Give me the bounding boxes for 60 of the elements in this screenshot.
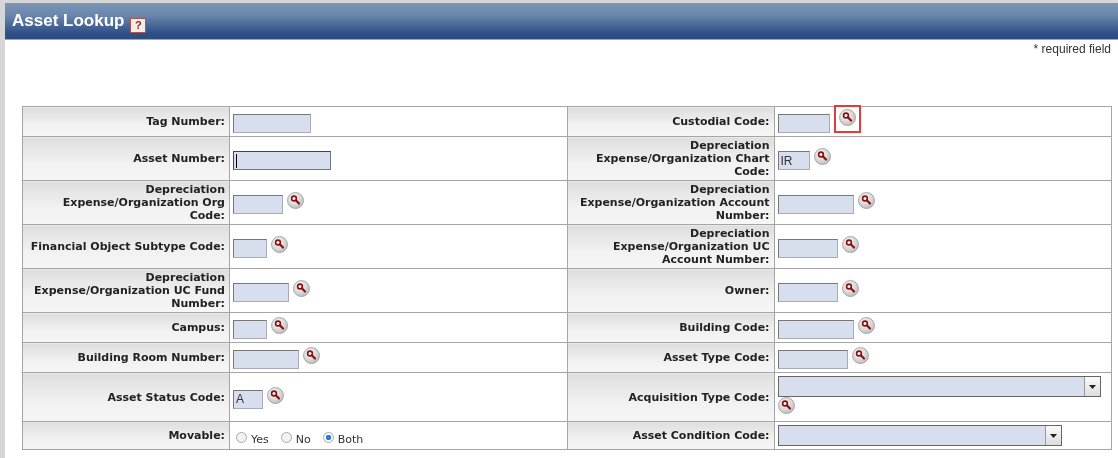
radio-button[interactable] <box>322 432 334 443</box>
text-field[interactable] <box>777 283 838 302</box>
field-label: Building Room Number: <box>22 342 230 373</box>
search-icon[interactable] <box>271 236 288 253</box>
caret-icon <box>1089 384 1097 389</box>
radio-label: Yes <box>251 432 269 446</box>
radio-label: Both <box>337 432 364 446</box>
help-icon[interactable]: ? <box>130 17 147 33</box>
dropdown-field[interactable] <box>777 376 1102 397</box>
text-field[interactable] <box>233 114 311 133</box>
text-field[interactable] <box>777 350 848 369</box>
radio-label: No <box>295 432 311 446</box>
search-icon[interactable] <box>303 347 320 364</box>
search-icon[interactable] <box>813 148 831 165</box>
search-icon[interactable] <box>841 236 859 253</box>
search-icon[interactable] <box>293 280 310 297</box>
text-field[interactable] <box>777 320 854 339</box>
field-label: Asset Type Code: <box>567 342 774 373</box>
field-label: Depreciation Expense/Organization Account Number: <box>567 180 774 225</box>
search-icon[interactable] <box>287 192 304 209</box>
required-note: * required field <box>1033 42 1111 56</box>
search-icon[interactable] <box>851 347 869 364</box>
field-label: Depreciation Expense/Organization Chart Code: <box>567 136 774 181</box>
radio-button[interactable] <box>280 432 292 443</box>
page-title: Asset Lookup <box>12 11 125 31</box>
text-field[interactable] <box>233 320 267 339</box>
field-label: Asset Number: <box>22 136 230 181</box>
text-field[interactable] <box>233 350 299 369</box>
field-label: Movable: <box>22 421 230 450</box>
text-field[interactable] <box>233 283 289 302</box>
field-label: Owner: <box>567 268 774 313</box>
caret-icon <box>1049 433 1057 438</box>
search-icon[interactable] <box>271 317 288 334</box>
text-field[interactable] <box>777 195 854 214</box>
radio-button[interactable] <box>236 432 247 443</box>
field-label: Depreciation Expense/Organization Org Code: <box>22 180 230 225</box>
field-label: Custodial Code: <box>567 106 774 137</box>
field-label: Financial Object Subtype Code: <box>22 224 230 269</box>
search-icon[interactable] <box>857 317 875 334</box>
field-label: Depreciation Expense/Organization UC Account Number: <box>567 224 774 269</box>
text-field[interactable] <box>233 239 267 258</box>
search-icon[interactable] <box>777 397 795 414</box>
text-field[interactable]: A <box>233 389 263 409</box>
search-icon[interactable] <box>841 280 859 297</box>
dropdown-field[interactable] <box>777 425 1062 446</box>
field-label: Asset Status Code: <box>22 372 230 422</box>
text-field[interactable] <box>777 239 838 258</box>
field-label: Tag Number: <box>22 106 230 137</box>
field-label: Asset Condition Code: <box>567 421 774 450</box>
text-field[interactable] <box>777 114 830 133</box>
text-field[interactable] <box>233 151 331 170</box>
search-icon[interactable] <box>838 109 856 126</box>
field-label: Depreciation Expense/Organization UC Fund Number: <box>22 268 230 313</box>
search-icon[interactable] <box>267 386 284 404</box>
text-field[interactable]: IR <box>777 151 810 170</box>
search-icon[interactable] <box>857 192 875 209</box>
text-field[interactable] <box>233 195 283 214</box>
field-label: Acquisition Type Code: <box>567 372 774 422</box>
field-label: Campus: <box>22 312 230 343</box>
field-label: Building Code: <box>567 312 774 343</box>
